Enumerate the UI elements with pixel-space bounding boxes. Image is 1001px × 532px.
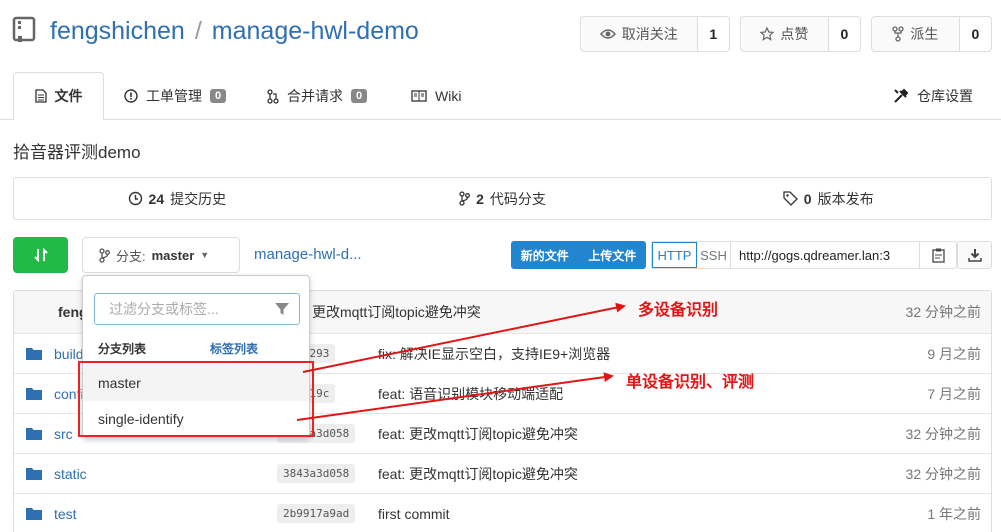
annotation-arrows (296, 302, 626, 421)
annotation-multi-device: 多设备识别 (638, 302, 719, 319)
annotation-single-device: 单设备识别、评测 (626, 374, 755, 391)
annotation-arrow-multi (302, 302, 626, 373)
annotation-arrow-single (296, 372, 614, 421)
